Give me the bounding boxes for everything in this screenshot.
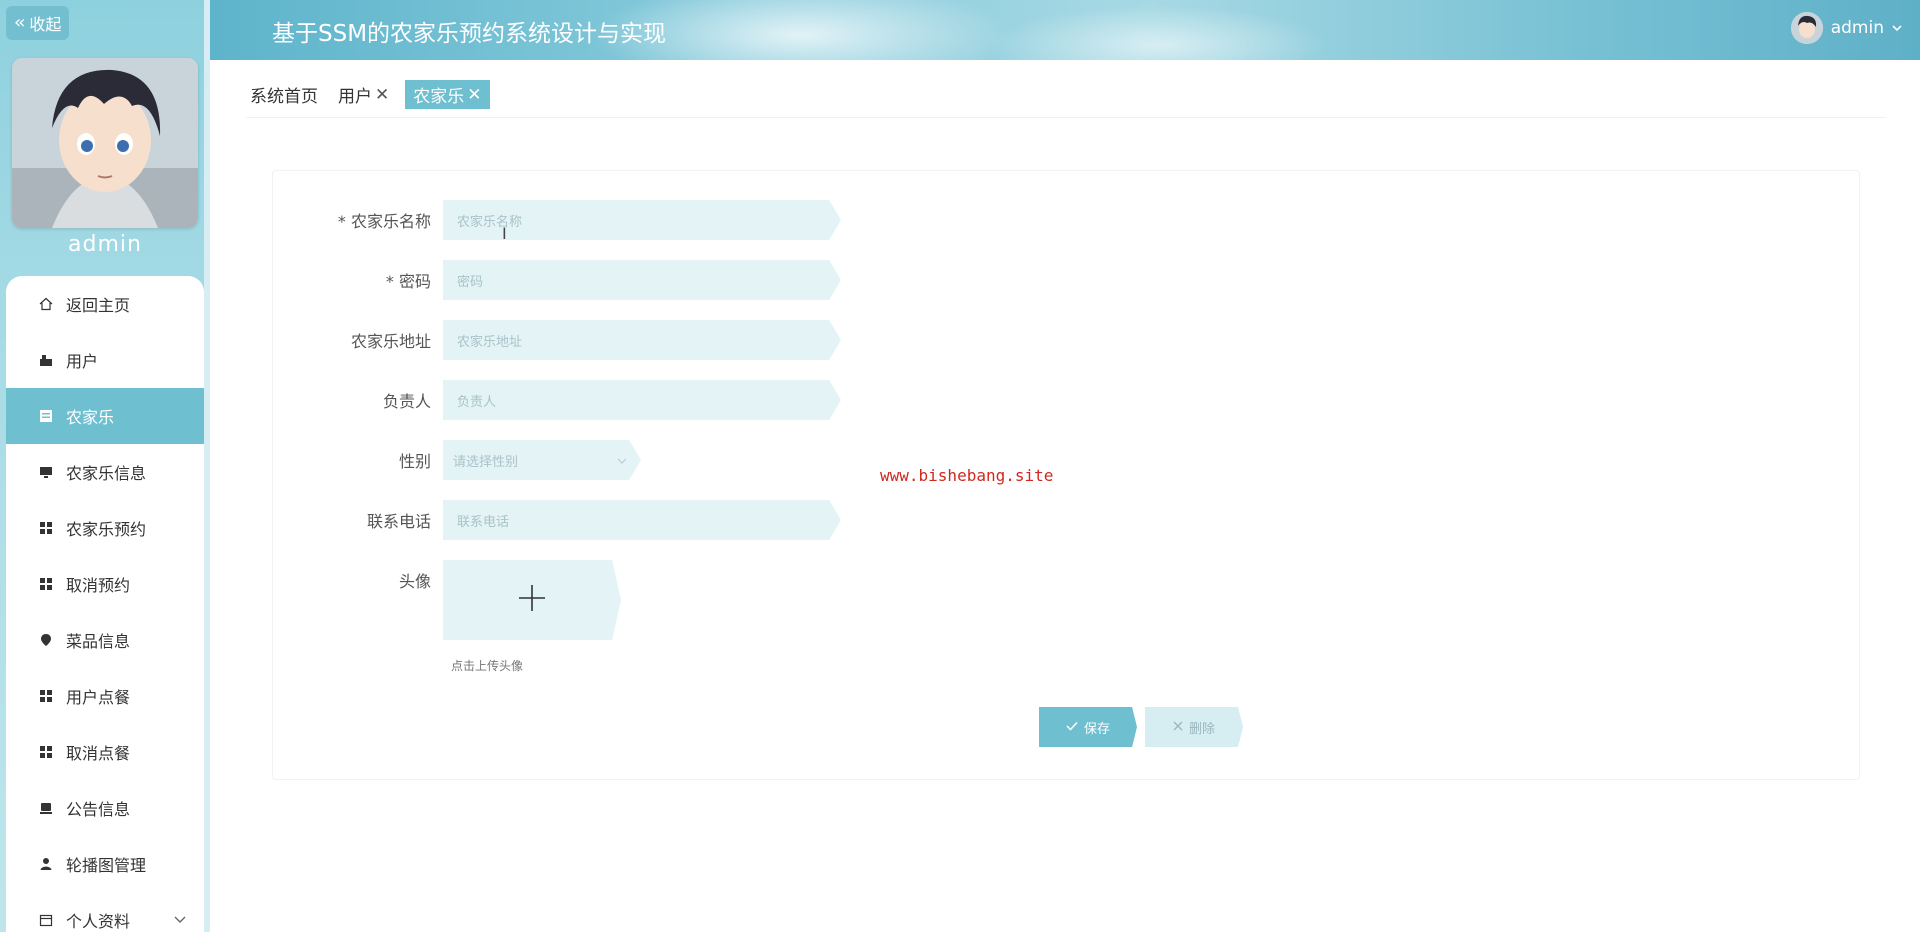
close-icon[interactable]: ✕: [375, 85, 389, 105]
user-avatar: [12, 58, 198, 228]
tab-label: 用户: [338, 87, 372, 107]
avatar: [1790, 12, 1823, 44]
sidebar-item-cancel-booking[interactable]: 取消预约: [6, 556, 204, 612]
address-label: 农家乐地址: [350, 332, 431, 351]
sidebar-item-label: 用户: [66, 352, 99, 371]
save-button-label: 保存: [1083, 721, 1110, 737]
tab-home[interactable]: 系统首页: [246, 80, 322, 109]
manager-input[interactable]: 负责人: [443, 380, 841, 420]
top-header: 基于SSM的农家乐预约系统设计与实现 admin: [210, 0, 1920, 60]
sidebar-username: admin: [68, 232, 142, 257]
form-row-manager: 负责人 负责人: [273, 380, 841, 420]
sidebar: ‹‹ 收起 admin 返回主页 用户 农家乐 农家乐信息 农家乐预约 取消预约…: [0, 0, 210, 932]
form-row-password: * 密码 密码: [273, 260, 841, 300]
sidebar-menu: 返回主页 用户 农家乐 农家乐信息 农家乐预约 取消预约 菜品信息 用户点餐 取…: [6, 276, 204, 932]
double-chevron-left-icon: ‹‹: [14, 12, 26, 33]
tab-divider: [246, 117, 1886, 118]
sidebar-item-profile[interactable]: 个人资料: [6, 892, 204, 932]
placeholder: 负责人: [457, 394, 497, 410]
sidebar-item-label: 轮播图管理: [66, 856, 147, 875]
sidebar-item-farmstay[interactable]: 农家乐: [6, 388, 204, 444]
tab-users[interactable]: 用户 ✕: [334, 80, 393, 109]
form-row-phone: 联系电话 联系电话: [273, 500, 841, 540]
collapse-button[interactable]: ‹‹ 收起: [6, 6, 70, 40]
placeholder: 请选择性别: [453, 454, 519, 470]
phone-input[interactable]: 联系电话: [443, 500, 841, 540]
grid-icon: [38, 520, 54, 536]
document-icon: [38, 408, 54, 424]
grid-icon: [38, 688, 54, 704]
sidebar-item-label: 农家乐预约: [66, 520, 147, 539]
phone-label: 联系电话: [366, 512, 431, 531]
sidebar-item-cancel-orders[interactable]: 取消点餐: [6, 724, 204, 780]
sidebar-item-label: 菜品信息: [66, 632, 131, 651]
avatar-label: 头像: [398, 572, 431, 591]
calendar-icon: [38, 912, 54, 928]
manager-label: 负责人: [382, 392, 431, 411]
plus-icon: [518, 584, 546, 616]
collapse-label: 收起: [29, 15, 62, 34]
person-icon: [38, 856, 54, 872]
sidebar-item-notices[interactable]: 公告信息: [6, 780, 204, 836]
home-icon: [38, 296, 54, 312]
sidebar-item-label: 返回主页: [66, 296, 131, 315]
sidebar-item-dishes[interactable]: 菜品信息: [6, 612, 204, 668]
location-icon: [38, 632, 54, 648]
sidebar-item-label: 取消预约: [66, 576, 131, 595]
sidebar-item-label: 公告信息: [66, 800, 131, 819]
header-username: admin: [1830, 18, 1884, 38]
form-row-gender: 性别 请选择性别: [273, 440, 641, 480]
sidebar-item-label: 取消点餐: [66, 744, 131, 763]
monitor-icon: [38, 464, 54, 480]
check-icon: [1066, 720, 1078, 735]
tab-farmstay[interactable]: 农家乐 ✕: [405, 80, 490, 109]
tab-bar: 系统首页 用户 ✕ 农家乐 ✕: [246, 80, 490, 109]
watermark-text: www.bishebang.site: [880, 466, 1054, 485]
sidebar-item-label: 用户点餐: [66, 688, 131, 707]
user-group-icon: [38, 352, 54, 368]
chevron-down-icon: [174, 913, 186, 927]
placeholder: 密码: [457, 274, 484, 290]
sidebar-item-user-orders[interactable]: 用户点餐: [6, 668, 204, 724]
avatar-upload-tip: 点击上传头像: [451, 659, 524, 673]
text-cursor-icon: I: [502, 224, 507, 243]
placeholder: 农家乐地址: [457, 334, 523, 350]
notice-icon: [38, 800, 54, 816]
sidebar-item-label: 农家乐信息: [66, 464, 147, 483]
sidebar-item-label: 农家乐: [66, 408, 115, 427]
chevron-down-icon: [617, 453, 627, 468]
sidebar-item-farmstay-info[interactable]: 农家乐信息: [6, 444, 204, 500]
page-title: 基于SSM的农家乐预约系统设计与实现: [272, 21, 667, 47]
farmstay-name-label: * 农家乐名称: [337, 212, 431, 231]
sidebar-item-label: 个人资料: [66, 912, 131, 931]
sidebar-item-farmstay-booking[interactable]: 农家乐预约: [6, 500, 204, 556]
password-label: * 密码: [385, 272, 431, 291]
form-row-name: * 农家乐名称 农家乐名称: [273, 200, 841, 240]
placeholder: 联系电话: [457, 514, 510, 530]
delete-button[interactable]: 删除: [1145, 707, 1243, 747]
chevron-down-icon: [1892, 22, 1902, 35]
grid-icon: [38, 744, 54, 760]
gender-select[interactable]: 请选择性别: [443, 440, 641, 480]
grid-icon: [38, 576, 54, 592]
sidebar-item-carousel[interactable]: 轮播图管理: [6, 836, 204, 892]
sidebar-item-home[interactable]: 返回主页: [6, 276, 204, 332]
form-row-address: 农家乐地址 农家乐地址: [273, 320, 841, 360]
form-card: * 农家乐名称 农家乐名称 * 密码 密码 农家乐地址 农家乐地址 负责人 负责…: [272, 170, 1860, 780]
close-icon[interactable]: ✕: [467, 85, 481, 105]
user-menu[interactable]: admin: [1790, 12, 1902, 44]
address-input[interactable]: 农家乐地址: [443, 320, 841, 360]
avatar-upload[interactable]: [443, 560, 621, 640]
gender-label: 性别: [398, 452, 431, 471]
tab-label: 农家乐: [413, 87, 465, 107]
delete-button-label: 删除: [1188, 721, 1215, 737]
password-input[interactable]: 密码: [443, 260, 841, 300]
save-button[interactable]: 保存: [1039, 707, 1137, 747]
close-icon: [1173, 720, 1183, 735]
sidebar-item-users[interactable]: 用户: [6, 332, 204, 388]
form-row-avatar: 头像: [273, 560, 621, 640]
tab-label: 系统首页: [250, 87, 318, 107]
placeholder: 农家乐名称: [457, 214, 523, 230]
